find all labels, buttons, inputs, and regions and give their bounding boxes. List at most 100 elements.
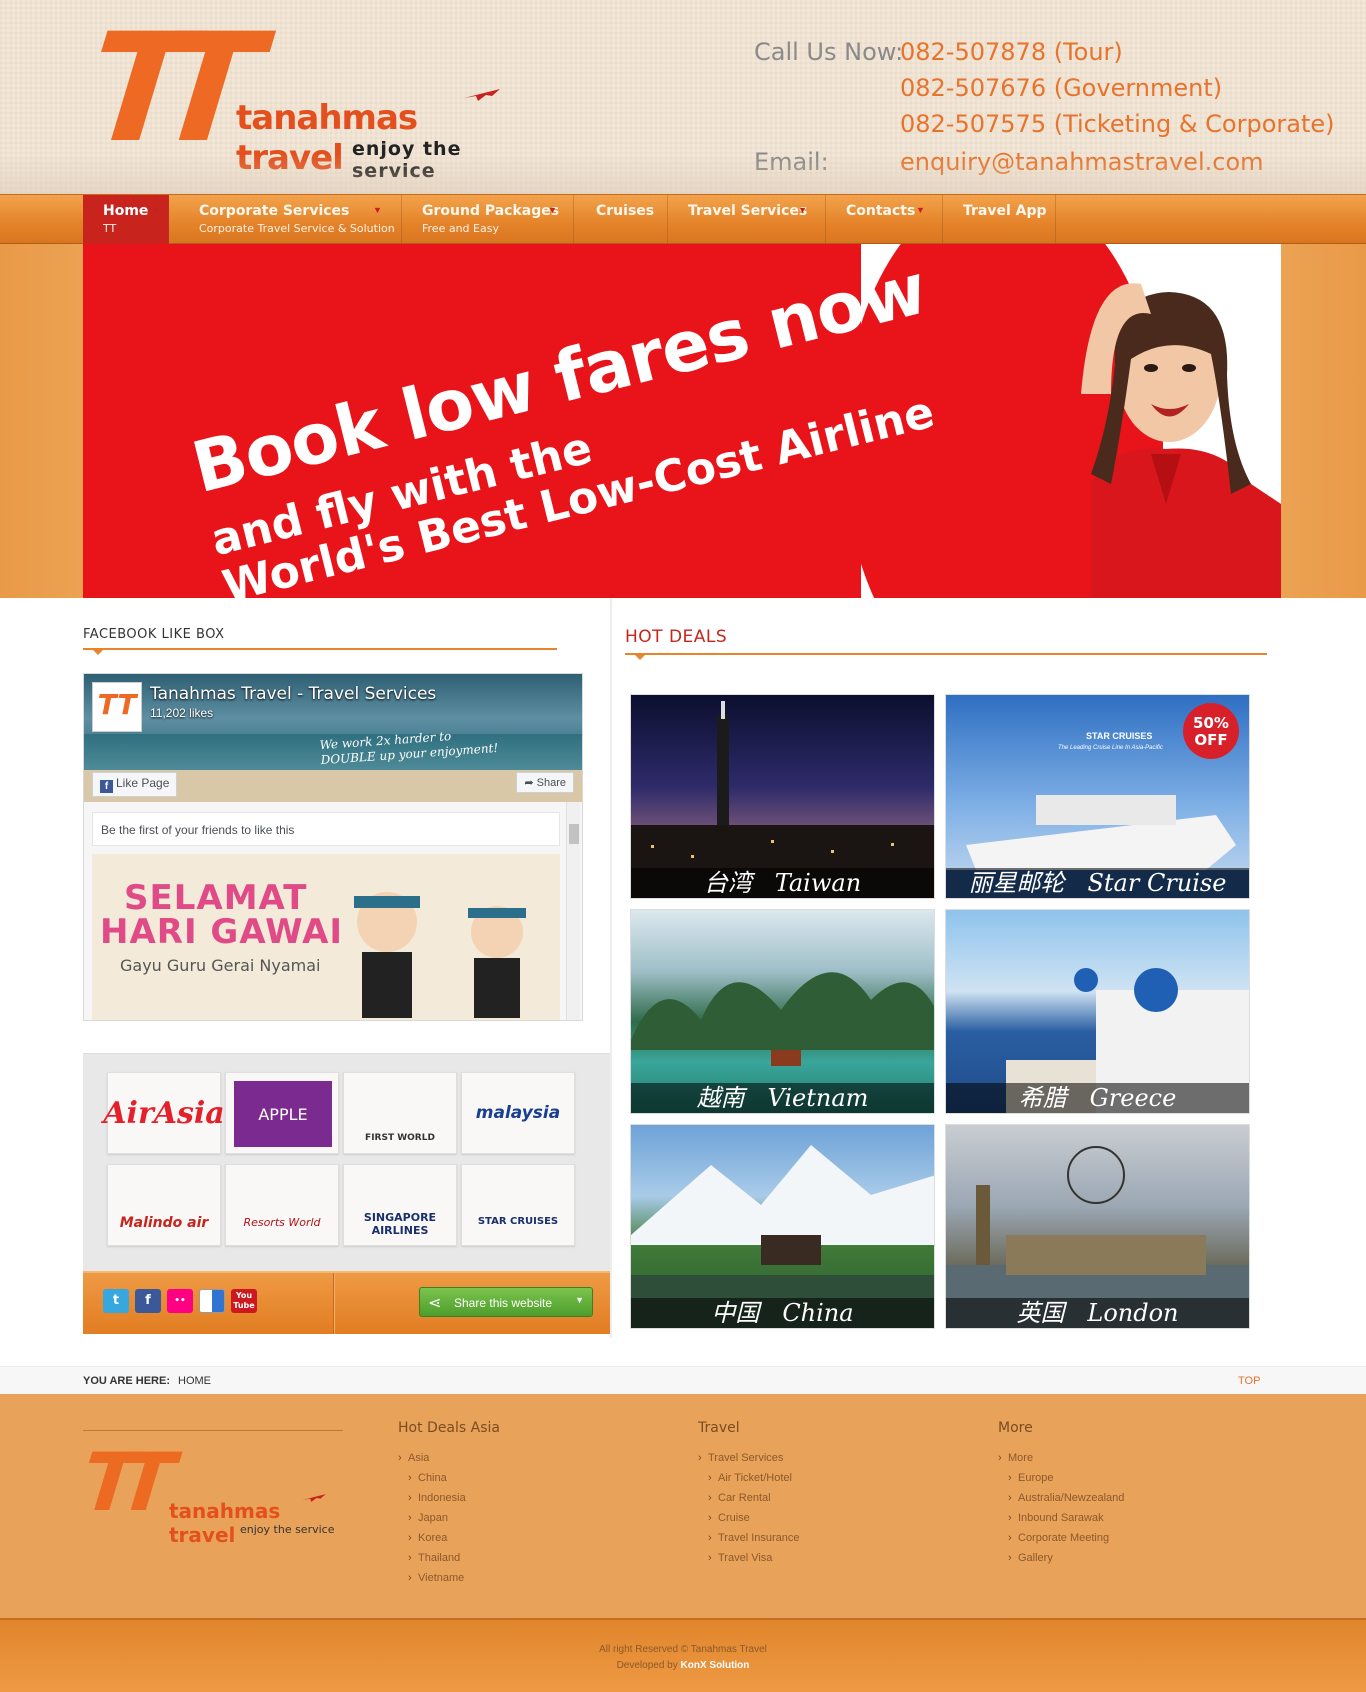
left-column: FACEBOOK LIKE BOX TT Tanahmas Travel - T… <box>83 598 611 1338</box>
partner-apple[interactable]: APPLE <box>225 1072 339 1154</box>
deal-china-caption: 中国 China <box>631 1298 934 1328</box>
nav-corporate-services[interactable]: Corporate Services Corporate Travel Serv… <box>169 195 402 244</box>
partner-malaysia-airlines[interactable]: malaysia <box>461 1072 575 1154</box>
partner-star-cruises[interactable]: STAR CRUISES <box>461 1164 575 1246</box>
discount-badge: 50% OFF <box>1183 703 1239 759</box>
nav-ground-sub: Free and Easy <box>422 222 499 235</box>
call-label: Call Us Now: <box>754 38 904 66</box>
deal-greece[interactable]: 希腊 Greece <box>945 909 1250 1114</box>
partner-first-world[interactable]: FIRST WORLD <box>343 1072 457 1154</box>
hot-deals-section: HOT DEALS 台湾 Taiwan STAR CRUISES The Lea… <box>625 598 1267 1338</box>
chevron-down-icon: ▼ <box>575 1295 584 1305</box>
deal-taiwan-caption: 台湾 Taiwan <box>631 868 934 898</box>
footer-link[interactable]: Gallery <box>998 1548 1258 1568</box>
partner-resorts-world[interactable]: Resorts World <box>225 1164 339 1246</box>
deal-london-caption: 英国 London <box>946 1298 1249 1328</box>
footer-link[interactable]: Korea <box>398 1528 658 1548</box>
partner-airasia[interactable]: AirAsia <box>103 1072 225 1154</box>
footer-col-more: More More Europe Australia/Newzealand In… <box>998 1420 1258 1568</box>
post-line2: HARI GAWAI <box>100 912 344 952</box>
nav-travel-app[interactable]: Travel App <box>943 195 1056 244</box>
nav-home[interactable]: Home TT ▼ <box>83 195 169 244</box>
footer-link[interactable]: Travel Visa <box>698 1548 958 1568</box>
phone-ticketing[interactable]: 082-507575 (Ticketing & Corporate) <box>900 110 1335 138</box>
footer-link[interactable]: Asia <box>398 1448 658 1468</box>
footer-link[interactable]: Travel Services <box>698 1448 958 1468</box>
footer-col-title: Hot Deals Asia <box>398 1420 500 1436</box>
hero-banner[interactable]: Book low fares now and fly with the Worl… <box>83 244 1281 598</box>
deal-star-cruise-caption: 丽星邮轮 Star Cruise <box>946 868 1249 898</box>
developer-link[interactable]: KonX Solution <box>681 1660 750 1671</box>
footer-link[interactable]: Cruise <box>698 1508 958 1528</box>
deal-vietnam-caption: 越南 Vietnam <box>631 1083 934 1113</box>
facebook-share-button[interactable]: ➦ Share <box>516 772 574 793</box>
footer-link[interactable]: Australia/Newzealand <box>998 1488 1258 1508</box>
footer-col-travel: Travel Travel Services Air Ticket/Hotel … <box>698 1420 958 1568</box>
share-arrow-icon: ➦ <box>524 777 537 789</box>
youtube-icon[interactable]: You Tube <box>231 1289 257 1313</box>
footer-link[interactable]: Japan <box>398 1508 658 1528</box>
chevron-down-icon: ▼ <box>373 205 382 215</box>
deal-vietnam[interactable]: 越南 Vietnam <box>630 909 935 1114</box>
back-to-top-link[interactable]: TOP <box>1238 1375 1260 1387</box>
footer-link[interactable]: Thailand <box>398 1548 658 1568</box>
partner-malindo-air[interactable]: Malindo air <box>107 1164 221 1246</box>
chevron-down-icon: ▼ <box>151 205 160 215</box>
site-footer: TT tanahmas travel enjoy the service Hot… <box>0 1394 1366 1618</box>
deal-taiwan[interactable]: 台湾 Taiwan <box>630 694 935 899</box>
twitter-icon[interactable]: t <box>103 1289 129 1313</box>
facebook-like-button[interactable]: f Like Page <box>92 772 178 797</box>
email-link[interactable]: enquiry@tanahmastravel.com <box>900 148 1264 176</box>
footer-link[interactable]: More <box>998 1448 1258 1468</box>
footer-link[interactable]: Vietname <box>398 1568 658 1588</box>
footer-link[interactable]: Indonesia <box>398 1488 658 1508</box>
nav-corporate-sub: Corporate Travel Service & Solution <box>199 222 395 235</box>
nav-cruises[interactable]: Cruises <box>574 195 668 244</box>
nav-ground-packages[interactable]: Ground Packages Free and Easy ▼ <box>402 195 574 244</box>
flickr-icon[interactable]: •• <box>167 1289 193 1313</box>
deal-star-cruise[interactable]: STAR CRUISES The Leading Cruise Line In … <box>945 694 1250 899</box>
share-icon: ⋖ <box>428 1295 442 1312</box>
breadcrumb-home[interactable]: HOME <box>178 1375 211 1387</box>
breadcrumb-label: YOU ARE HERE: <box>83 1375 170 1387</box>
footer-logo[interactable]: TT tanahmas travel enjoy the service <box>78 1430 343 1547</box>
scrollbar-thumb[interactable] <box>569 824 579 844</box>
star-cruises-brand: STAR CRUISES <box>1086 731 1153 741</box>
facebook-scrollbar[interactable] <box>566 802 580 1020</box>
phone-government[interactable]: 082-507676 (Government) <box>900 74 1222 102</box>
footer-link[interactable]: Europe <box>998 1468 1258 1488</box>
facebook-like-box: TT Tanahmas Travel - Travel Services 11,… <box>83 673 583 1021</box>
share-website-button[interactable]: ⋖ Share this website ▼ <box>419 1287 593 1317</box>
footer-link[interactable]: Travel Insurance <box>698 1528 958 1548</box>
post-line3: Gayu Guru Gerai Nyamai <box>120 956 321 975</box>
footer-logo-letters: TT <box>78 1436 159 1529</box>
footer-link[interactable]: Inbound Sarawak <box>998 1508 1258 1528</box>
facebook-avatar[interactable]: TT <box>92 682 142 732</box>
chevron-down-icon: ▼ <box>548 205 557 215</box>
nav-travel-services[interactable]: Travel Services ▼ <box>668 195 826 244</box>
footer-link[interactable]: Air Ticket/Hotel <box>698 1468 958 1488</box>
facebook-icon: f <box>100 780 113 793</box>
footer-link[interactable]: Corporate Meeting <box>998 1528 1258 1548</box>
breadcrumb: YOU ARE HERE: HOME TOP <box>0 1366 1366 1394</box>
facebook-page-name[interactable]: Tanahmas Travel - Travel Services <box>150 684 436 704</box>
star-cruises-tagline: The Leading Cruise Line In Asia-Pacific <box>1058 745 1163 751</box>
phone-tour[interactable]: 082-507878 (Tour) <box>900 38 1123 66</box>
site-logo[interactable]: TT tanahmas travel enjoy the service <box>81 2 530 182</box>
nav-contacts-label: Contacts <box>846 203 916 219</box>
footer-link[interactable]: Car Rental <box>698 1488 958 1508</box>
nav-cruises-label: Cruises <box>596 203 655 219</box>
facebook-post-image[interactable]: SELAMAT HARI GAWAI Gayu Guru Gerai Nyama… <box>92 854 560 1020</box>
footer-link[interactable]: China <box>398 1468 658 1488</box>
deal-london[interactable]: 英国 London <box>945 1124 1250 1329</box>
facebook-icon[interactable]: f <box>135 1289 161 1313</box>
facebook-section-heading: FACEBOOK LIKE BOX <box>83 627 557 655</box>
footer-col-hot-deals-asia: Hot Deals Asia Asia China Indonesia Japa… <box>398 1420 658 1588</box>
delicious-icon[interactable] <box>199 1289 225 1313</box>
partner-singapore-airlines[interactable]: SINGAPORE AIRLINES <box>343 1164 457 1246</box>
nav-contacts[interactable]: Contacts ▼ <box>826 195 943 244</box>
copyright-bar: All right Reserved © Tanahmas Travel Dev… <box>0 1618 1366 1692</box>
flight-attendant-image <box>1081 283 1281 598</box>
column-divider <box>610 598 612 1338</box>
deal-china[interactable]: 中国 China <box>630 1124 935 1329</box>
